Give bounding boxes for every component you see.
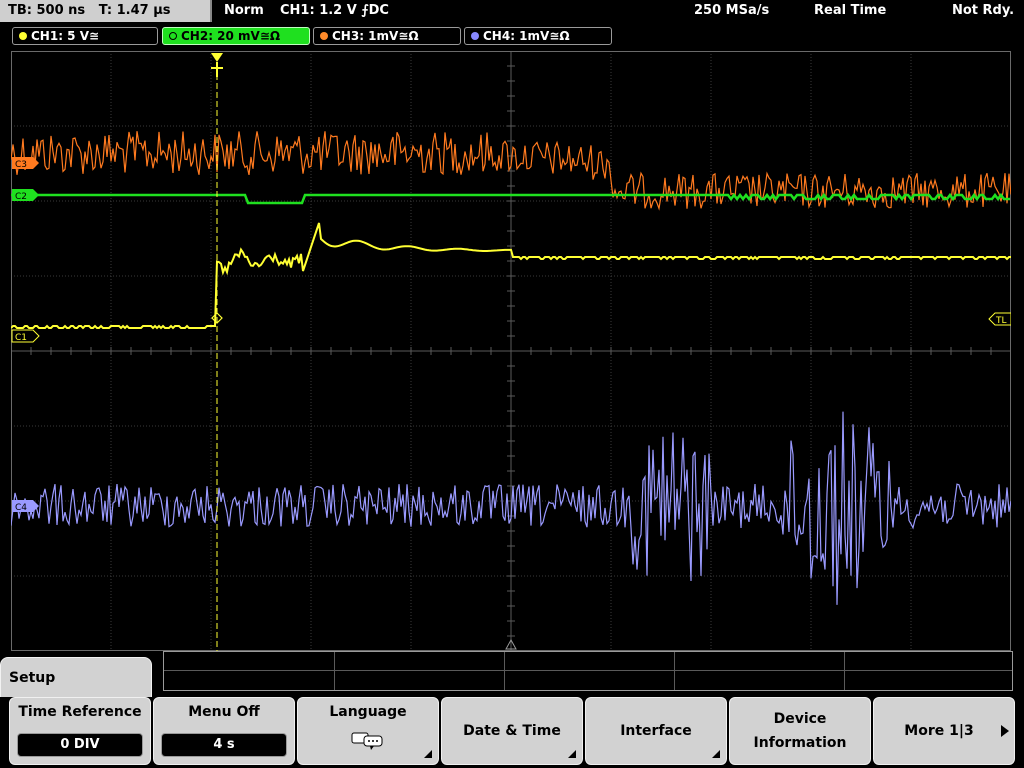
ch1-marker-label: C1 bbox=[15, 333, 27, 343]
acquisition-mode: Real Time bbox=[814, 3, 887, 18]
device-information-label-line2: Information bbox=[753, 735, 847, 751]
channel-tab-ch1[interactable]: CH1: 5 V≅ bbox=[12, 27, 158, 45]
ch1-label: CH1: 5 V≅ bbox=[31, 29, 100, 43]
submenu-indicator-icon bbox=[568, 750, 576, 758]
interface-label: Interface bbox=[620, 723, 692, 739]
date-time-label: Date & Time bbox=[463, 723, 561, 739]
time-reference-label: Time Reference bbox=[18, 704, 142, 720]
device-information-softkey[interactable]: Device Information bbox=[729, 697, 871, 765]
channel-tab-ch4[interactable]: CH4: 1mV≅Ω bbox=[464, 27, 612, 45]
trigger-setting[interactable]: CH1: 1.2 V ⨍DC bbox=[280, 0, 389, 22]
trigger-mode[interactable]: Norm bbox=[224, 0, 264, 22]
acquisition-state: Not Rdy. bbox=[952, 3, 1015, 18]
ch3-marker-label: C3 bbox=[15, 160, 27, 170]
more-label: More 1|3 bbox=[904, 723, 974, 739]
interface-softkey[interactable]: Interface bbox=[585, 697, 727, 765]
time-reference-value: 0 DIV bbox=[17, 733, 143, 757]
more-softkey[interactable]: More 1|3 bbox=[873, 697, 1015, 765]
device-information-label-line1: Device bbox=[773, 711, 827, 727]
timebase-value: TB: 500 ns bbox=[8, 3, 86, 18]
channel-bar: CH1: 5 V≅ CH2: 20 mV≅Ω CH3: 1mV≅Ω CH4: 1… bbox=[0, 24, 1024, 48]
ch3-color-dot bbox=[320, 31, 328, 40]
submenu-indicator-icon bbox=[712, 750, 720, 758]
ch3-label: CH3: 1mV≅Ω bbox=[332, 29, 419, 43]
next-page-arrow-icon bbox=[1001, 725, 1009, 737]
trigger-time-value: T: 1.47 µs bbox=[98, 3, 171, 18]
menu-off-value: 4 s bbox=[161, 733, 287, 757]
language-softkey[interactable]: Language bbox=[297, 697, 439, 765]
menu-off-label: Menu Off bbox=[188, 704, 260, 720]
status-bar: TB: 500 ns T: 1.47 µs Norm CH1: 1.2 V ⨍D… bbox=[0, 0, 1024, 24]
ch2-label: CH2: 20 mV≅Ω bbox=[181, 29, 281, 43]
ch2-color-dot bbox=[169, 31, 177, 40]
timebase-box[interactable]: TB: 500 ns T: 1.47 µs bbox=[0, 0, 212, 22]
language-icon bbox=[298, 730, 438, 754]
info-panel bbox=[163, 651, 1013, 691]
submenu-indicator-icon bbox=[424, 750, 432, 758]
trigger-level-label: TL bbox=[995, 316, 1007, 326]
sample-rate: 250 MSa/s bbox=[694, 3, 770, 18]
ch2-marker-label: C2 bbox=[15, 192, 27, 202]
channel-tab-ch2[interactable]: CH2: 20 mV≅Ω bbox=[162, 27, 310, 45]
date-time-softkey[interactable]: Date & Time bbox=[441, 697, 583, 765]
menu-off-softkey[interactable]: Menu Off 4 s bbox=[153, 697, 295, 765]
ch4-marker-label: C4 bbox=[15, 503, 27, 513]
ch4-label: CH4: 1mV≅Ω bbox=[483, 29, 570, 43]
menu-title-tab: Setup bbox=[0, 657, 152, 697]
waveform-display[interactable]: C3 C2 C1 C4 TL bbox=[11, 51, 1011, 651]
ch1-color-dot bbox=[19, 31, 27, 40]
time-reference-softkey[interactable]: Time Reference 0 DIV bbox=[9, 697, 151, 765]
ch4-color-dot bbox=[471, 31, 479, 40]
language-label: Language bbox=[329, 704, 407, 720]
channel-tab-ch3[interactable]: CH3: 1mV≅Ω bbox=[313, 27, 461, 45]
